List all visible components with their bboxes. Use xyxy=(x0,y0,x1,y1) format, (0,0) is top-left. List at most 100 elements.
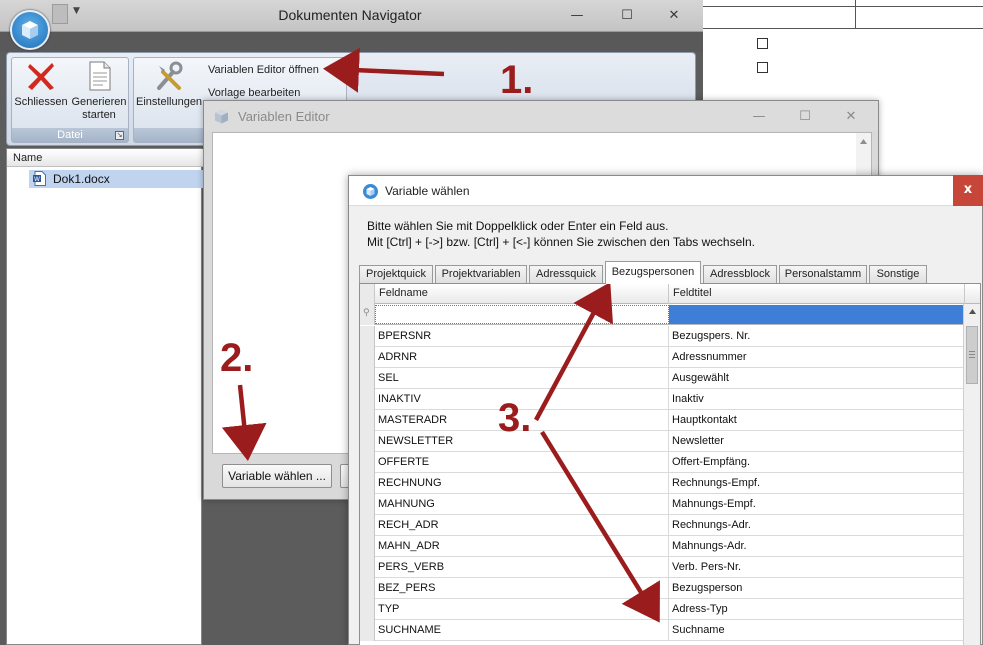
table-row[interactable]: MAHNUNG Mahnungs-Empf. xyxy=(360,494,965,515)
tree-column-header[interactable]: Name xyxy=(7,149,203,167)
close-button[interactable]: ✕ xyxy=(828,101,874,132)
tree-item-document[interactable]: W Dok1.docx xyxy=(29,170,203,188)
row-header[interactable] xyxy=(360,599,375,620)
table-row[interactable]: SEL Ausgewählt xyxy=(360,368,965,389)
cell-feldtitel[interactable]: Bezugspers. Nr. xyxy=(669,326,965,347)
cell-feldname[interactable]: SEL xyxy=(375,368,669,389)
cell-feldtitel[interactable]: Offert-Empfäng. xyxy=(669,452,965,473)
cell-feldname[interactable]: ADRNR xyxy=(375,347,669,368)
table-row[interactable]: RECH_ADR Rechnungs-Adr. xyxy=(360,515,965,536)
column-header-feldname[interactable]: Feldname xyxy=(375,284,669,304)
row-header[interactable] xyxy=(360,368,375,389)
table-row[interactable]: BEZ_PERS Bezugsperson xyxy=(360,578,965,599)
tab-personalstamm[interactable]: Personalstamm xyxy=(779,265,867,284)
dialog-launcher-icon[interactable]: ↘ xyxy=(115,131,124,140)
grid-header: Feldname Feldtitel xyxy=(360,284,980,304)
cell-feldname[interactable]: RECHNUNG xyxy=(375,473,669,494)
cell-feldname[interactable]: BPERSNR xyxy=(375,326,669,347)
table-row[interactable]: TYP Adress-Typ xyxy=(360,599,965,620)
cell-feldname[interactable]: TYP xyxy=(375,599,669,620)
tab-sonstige[interactable]: Sonstige xyxy=(869,265,927,284)
table-row[interactable]: OFFERTE Offert-Empfäng. xyxy=(360,452,965,473)
cell-feldtitel[interactable]: Mahnungs-Empf. xyxy=(669,494,965,515)
scroll-up-icon[interactable] xyxy=(964,305,981,319)
filter-input-feldtitel[interactable] xyxy=(669,305,965,324)
minimize-button[interactable]: — xyxy=(736,101,782,132)
cell-feldname[interactable]: MAHN_ADR xyxy=(375,536,669,557)
table-row[interactable]: SUCHNAME Suchname xyxy=(360,620,965,641)
row-header[interactable] xyxy=(360,536,375,557)
row-header[interactable] xyxy=(360,578,375,599)
vertical-scrollbar[interactable] xyxy=(963,304,980,645)
cell-feldtitel[interactable]: Inaktiv xyxy=(669,389,965,410)
cell-feldname[interactable]: OFFERTE xyxy=(375,452,669,473)
cell-feldtitel[interactable]: Adressnummer xyxy=(669,347,965,368)
grid-corner xyxy=(360,284,375,304)
tab-bezugspersonen[interactable]: Bezugspersonen xyxy=(605,261,701,284)
cell-feldname[interactable]: RECH_ADR xyxy=(375,515,669,536)
qat-dropdown-icon[interactable]: ▼ xyxy=(73,6,80,16)
cell-feldname[interactable]: PERS_VERB xyxy=(375,557,669,578)
row-header[interactable] xyxy=(360,557,375,578)
tab-adressquick[interactable]: Adressquick xyxy=(529,265,603,284)
maximize-button[interactable]: ☐ xyxy=(782,101,828,132)
row-header[interactable] xyxy=(360,410,375,431)
maximize-button[interactable]: ☐ xyxy=(604,0,650,31)
close-button[interactable]: ✕ xyxy=(651,0,697,31)
tab-projektquick[interactable]: Projektquick xyxy=(359,265,433,284)
row-header[interactable] xyxy=(360,452,375,473)
table-row[interactable]: NEWSLETTER Newsletter xyxy=(360,431,965,452)
table-row[interactable]: PERS_VERB Verb. Pers-Nr. xyxy=(360,557,965,578)
table-row[interactable]: RECHNUNG Rechnungs-Empf. xyxy=(360,473,965,494)
close-button[interactable]: x xyxy=(953,175,983,206)
scroll-up-icon[interactable] xyxy=(856,136,871,148)
cell-feldtitel[interactable]: Verb. Pers-Nr. xyxy=(669,557,965,578)
row-header[interactable] xyxy=(360,515,375,536)
row-header[interactable] xyxy=(360,473,375,494)
row-header[interactable] xyxy=(360,326,375,347)
tab-adressblock[interactable]: Adressblock xyxy=(703,265,777,284)
quick-access-toolbar[interactable] xyxy=(52,4,68,24)
row-header[interactable] xyxy=(360,620,375,641)
row-header[interactable] xyxy=(360,494,375,515)
generate-button[interactable]: Generieren starten xyxy=(70,60,128,122)
annotation-step3: 3. xyxy=(498,396,532,440)
cell-feldtitel[interactable]: Rechnungs-Adr. xyxy=(669,515,965,536)
cell-feldtitel[interactable]: Rechnungs-Empf. xyxy=(669,473,965,494)
tab-projektvariablen[interactable]: Projektvariablen xyxy=(435,265,527,284)
settings-button[interactable]: Einstellungen xyxy=(136,60,202,109)
cell-feldname[interactable]: BEZ_PERS xyxy=(375,578,669,599)
choose-variable-button[interactable]: Variable wählen ... xyxy=(222,464,332,488)
sheet-checkbox[interactable] xyxy=(757,62,768,73)
cell-feldtitel[interactable]: Ausgewählt xyxy=(669,368,965,389)
edit-template-button[interactable]: Vorlage bearbeiten xyxy=(208,87,300,99)
column-header-feldtitel[interactable]: Feldtitel xyxy=(669,284,965,304)
document-tree: Name W Dok1.docx xyxy=(6,148,203,645)
cell-feldtitel[interactable]: Newsletter xyxy=(669,431,965,452)
sheet-checkbox[interactable] xyxy=(757,38,768,49)
table-row[interactable]: INAKTIV Inaktiv xyxy=(360,389,965,410)
row-header[interactable] xyxy=(360,431,375,452)
table-row[interactable]: MAHN_ADR Mahnungs-Adr. xyxy=(360,536,965,557)
minimize-button[interactable]: — xyxy=(554,0,600,31)
variablen-editor-titlebar: Variablen Editor — ☐ ✕ xyxy=(204,101,878,131)
cell-feldtitel[interactable]: Suchname xyxy=(669,620,965,641)
app-menu-button[interactable] xyxy=(10,10,50,50)
cell-feldname[interactable]: MAHNUNG xyxy=(375,494,669,515)
scrollbar-thumb[interactable] xyxy=(966,326,978,384)
table-row[interactable]: ADRNR Adressnummer xyxy=(360,347,965,368)
table-row[interactable]: MASTERADR Hauptkontakt xyxy=(360,410,965,431)
cell-feldtitel[interactable]: Bezugsperson xyxy=(669,578,965,599)
tree-item-label: Dok1.docx xyxy=(53,172,110,186)
close-document-button[interactable]: Schliessen xyxy=(14,60,68,109)
open-variable-editor-button[interactable]: Variablen Editor öffnen xyxy=(208,64,319,76)
cell-feldtitel[interactable]: Mahnungs-Adr. xyxy=(669,536,965,557)
table-row[interactable]: BPERSNR Bezugspers. Nr. xyxy=(360,326,965,347)
cell-feldtitel[interactable]: Hauptkontakt xyxy=(669,410,965,431)
filter-input-feldname[interactable] xyxy=(375,305,669,324)
cell-feldname[interactable]: SUCHNAME xyxy=(375,620,669,641)
row-header[interactable] xyxy=(360,347,375,368)
row-header[interactable] xyxy=(360,389,375,410)
cell-feldtitel[interactable]: Adress-Typ xyxy=(669,599,965,620)
sheet-gridline xyxy=(703,28,983,29)
